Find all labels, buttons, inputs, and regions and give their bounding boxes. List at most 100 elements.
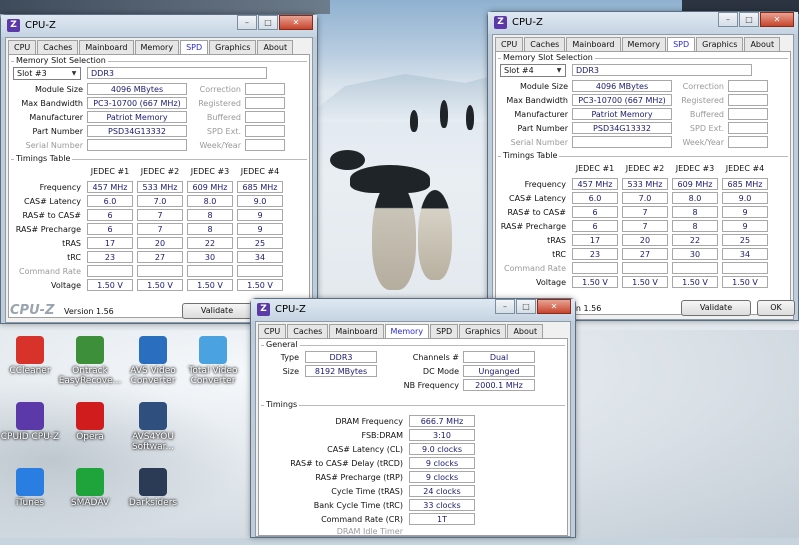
cpuz-window-memory[interactable]: Z CPU-Z – □ ✕ CPU Caches Mainboard Memory SP… bbox=[250, 298, 576, 538]
maximize-button[interactable]: □ bbox=[258, 15, 278, 30]
tab-spd[interactable]: SPD bbox=[180, 40, 209, 55]
tab-cpu[interactable]: CPU bbox=[258, 324, 287, 338]
timing-cell: 27 bbox=[622, 248, 668, 260]
tab-cpu[interactable]: CPU bbox=[8, 40, 37, 54]
maximize-button[interactable]: □ bbox=[739, 12, 759, 27]
tab-spd[interactable]: SPD bbox=[430, 324, 459, 338]
manufacturer-label: Manufacturer bbox=[514, 110, 568, 119]
minimize-button[interactable]: – bbox=[495, 299, 515, 314]
spd-ext-field bbox=[728, 122, 768, 134]
part-number-label: Part Number bbox=[32, 127, 83, 136]
timing-cell: 7 bbox=[622, 220, 668, 232]
group-label: Timings Table bbox=[14, 154, 73, 163]
buffered-field bbox=[728, 108, 768, 120]
tab-caches[interactable]: Caches bbox=[524, 37, 566, 51]
timing-cell: 6.0 bbox=[87, 195, 133, 207]
timing-row-label: CAS# Latency bbox=[23, 197, 81, 206]
slot-select[interactable]: Slot #3 ▼ bbox=[13, 67, 81, 80]
cpuz-window-slot4[interactable]: Z CPU-Z – □ ✕ CPU Caches Mainboard Memory SP… bbox=[487, 11, 799, 321]
timing-cell: 1.50 V bbox=[137, 279, 183, 291]
timing-cell bbox=[237, 265, 283, 277]
desktop-icon-darksiders[interactable]: Darksiders bbox=[118, 468, 188, 508]
desktop-icon-avs4you-softwar[interactable]: AVS4YOU Softwar... bbox=[118, 402, 188, 452]
timing-cell: 685 MHz bbox=[237, 181, 283, 193]
tab-graphics[interactable]: Graphics bbox=[209, 40, 257, 54]
desktop-icon-label: Total Video Converter bbox=[188, 366, 238, 386]
validate-button[interactable]: Validate bbox=[182, 303, 252, 319]
ontrack-icon bbox=[76, 336, 104, 364]
slot-select-value: Slot #4 bbox=[504, 66, 534, 75]
tab-mainboard[interactable]: Mainboard bbox=[566, 37, 621, 51]
chevron-down-icon[interactable]: ▼ bbox=[69, 69, 79, 78]
maximize-button[interactable]: □ bbox=[516, 299, 536, 314]
penguin-far-3 bbox=[466, 105, 474, 130]
tab-spd[interactable]: SPD bbox=[667, 37, 696, 52]
title-bar[interactable]: Z CPU-Z – □ ✕ bbox=[1, 15, 317, 37]
ok-button[interactable]: OK bbox=[757, 300, 795, 316]
timing-cell: 30 bbox=[672, 248, 718, 260]
timing-cell: 1.50 V bbox=[672, 276, 718, 288]
timing-cell: 1.50 V bbox=[187, 279, 233, 291]
tab-about[interactable]: About bbox=[257, 40, 294, 54]
timing-cell: 1.50 V bbox=[237, 279, 283, 291]
tab-memory[interactable]: Memory bbox=[621, 37, 667, 51]
tab-caches[interactable]: Caches bbox=[37, 40, 79, 54]
close-button[interactable]: ✕ bbox=[279, 15, 313, 30]
itunes-icon bbox=[16, 468, 44, 496]
timing-cell: 6 bbox=[572, 220, 618, 232]
tab-memory[interactable]: Memory bbox=[384, 324, 430, 339]
desktop-icon-total-video-converter[interactable]: Total Video Converter bbox=[178, 336, 248, 386]
memory-timing-value: 1T bbox=[409, 513, 475, 525]
timing-row-label: CAS# Latency bbox=[508, 194, 566, 203]
background-window-strip bbox=[0, 0, 330, 14]
buffered-label: Buffered bbox=[689, 110, 724, 119]
slot-select[interactable]: Slot #4 ▼ bbox=[500, 64, 566, 77]
ccleaner-icon bbox=[16, 336, 44, 364]
jedec-header: JEDEC #2 bbox=[625, 164, 665, 173]
tab-mainboard[interactable]: Mainboard bbox=[329, 324, 384, 338]
desktop-icon-smadav[interactable]: SMADAV bbox=[55, 468, 125, 508]
timing-cell bbox=[622, 262, 668, 274]
max-bandwidth-label: Max Bandwidth bbox=[506, 96, 568, 105]
group-label: Memory Slot Selection bbox=[14, 56, 108, 65]
validate-button[interactable]: Validate bbox=[681, 300, 751, 316]
close-button[interactable]: ✕ bbox=[537, 299, 571, 314]
part-number-field: PSD34G13332 bbox=[87, 125, 187, 137]
cpuz-window-slot3[interactable]: Z CPU-Z – □ ✕ CPU Caches Mainboard Memory SP… bbox=[0, 14, 318, 324]
title-bar[interactable]: Z CPU-Z – □ ✕ bbox=[251, 299, 575, 321]
title-bar[interactable]: Z CPU-Z – □ ✕ bbox=[488, 12, 798, 34]
desktop-icon-opera[interactable]: Opera bbox=[55, 402, 125, 442]
chevron-down-icon[interactable]: ▼ bbox=[554, 66, 564, 75]
minimize-button[interactable]: – bbox=[718, 12, 738, 27]
tab-about[interactable]: About bbox=[744, 37, 781, 51]
tab-graphics[interactable]: Graphics bbox=[696, 37, 744, 51]
group-label: Timings Table bbox=[501, 151, 560, 160]
memory-timing-label: CAS# Latency (CL) bbox=[327, 445, 403, 454]
timing-cell: 7 bbox=[137, 209, 183, 221]
jedec-header: JEDEC #1 bbox=[90, 167, 130, 176]
jedec-header: JEDEC #3 bbox=[675, 164, 715, 173]
tab-graphics[interactable]: Graphics bbox=[459, 324, 507, 338]
week-year-field bbox=[245, 139, 285, 151]
tab-caches[interactable]: Caches bbox=[287, 324, 329, 338]
close-button[interactable]: ✕ bbox=[760, 12, 794, 27]
memory-timing-label: RAS# Precharge (tRP) bbox=[315, 473, 403, 482]
tab-about[interactable]: About bbox=[507, 324, 544, 338]
timing-cell bbox=[87, 265, 133, 277]
group-label: General bbox=[264, 340, 300, 349]
tab-mainboard[interactable]: Mainboard bbox=[79, 40, 134, 54]
timing-cell bbox=[722, 262, 768, 274]
timing-row-label: RAS# to CAS# bbox=[22, 211, 81, 220]
desktop-icon-ontrack-easyrecove[interactable]: Ontrack EasyRecove... bbox=[55, 336, 125, 386]
tab-cpu[interactable]: CPU bbox=[495, 37, 524, 51]
timing-row-label: RAS# Precharge bbox=[500, 222, 566, 231]
cpuz-app-icon: Z bbox=[494, 16, 507, 29]
window-controls: – □ ✕ bbox=[717, 12, 794, 27]
minimize-button[interactable]: – bbox=[237, 15, 257, 30]
timing-cell: 25 bbox=[722, 234, 768, 246]
darksiders-icon bbox=[139, 468, 167, 496]
memory-timing-label: RAS# to CAS# Delay (tRCD) bbox=[290, 459, 403, 468]
buffered-label: Buffered bbox=[206, 113, 241, 122]
tab-memory[interactable]: Memory bbox=[134, 40, 180, 54]
slot-select-value: Slot #3 bbox=[17, 69, 47, 78]
